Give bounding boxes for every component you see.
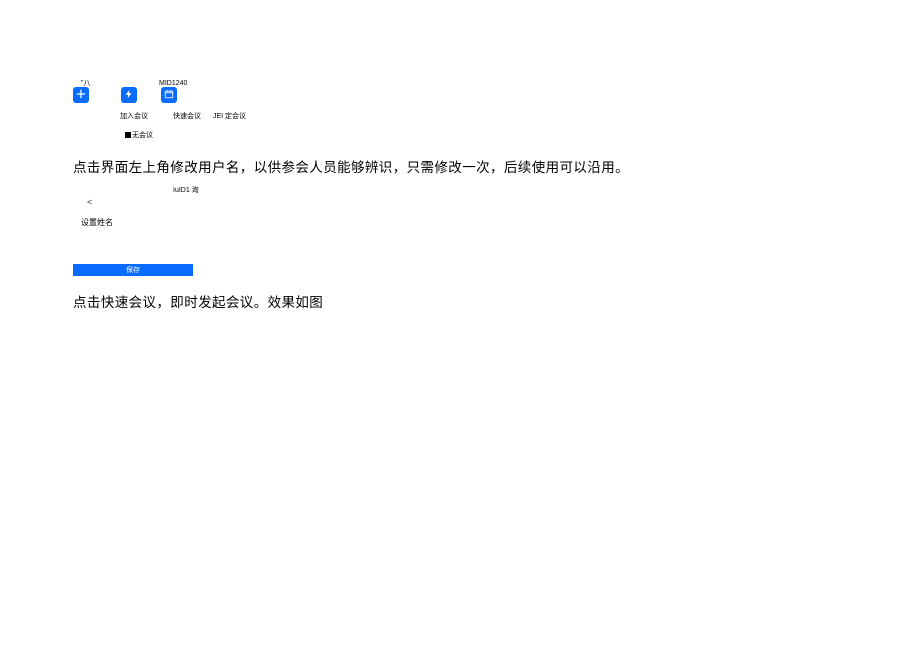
lightning-icon — [124, 86, 134, 104]
save-button[interactable]: 保存 — [73, 264, 193, 276]
join-meeting-tile[interactable] — [73, 87, 89, 103]
quick-meeting-label: 快速会议 — [173, 111, 201, 121]
calendar-icon — [164, 86, 174, 104]
save-button-label: 保存 — [126, 265, 140, 275]
no-meeting-row: 无会议 — [125, 130, 153, 140]
black-square-icon — [125, 132, 131, 138]
sub-small-text: IuID1 询 — [173, 185, 199, 195]
back-icon[interactable]: < — [87, 197, 92, 207]
schedule-meeting-label: JEI 定会议 — [213, 111, 246, 121]
instruction-paragraph-2: 点击快速会议，即时发起会议。效果如图 — [73, 291, 323, 311]
schedule-meeting-tile[interactable] — [161, 87, 177, 103]
quick-meeting-tile[interactable] — [121, 87, 137, 103]
join-meeting-label: 加入会议 — [120, 111, 148, 121]
no-meeting-text: 无会议 — [132, 132, 153, 139]
plus-icon — [76, 86, 86, 104]
instruction-paragraph-1: 点击界面左上角修改用户名，以供参会人员能够辨识，只需修改一次，后续使用可以沿用。 — [73, 156, 629, 176]
set-name-label: 设置姓名 — [81, 217, 113, 228]
